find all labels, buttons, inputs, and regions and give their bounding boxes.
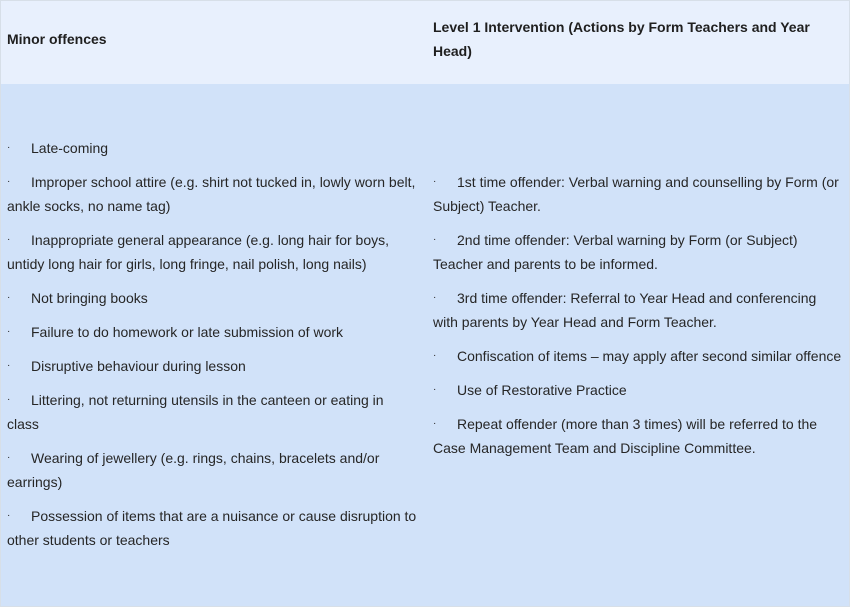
list-item: · 3rd time offender: Referral to Year Hea… xyxy=(433,286,845,334)
list-item: · Use of Restorative Practice xyxy=(433,378,845,402)
offence-text: Late-coming xyxy=(31,140,109,156)
bullet-icon: · xyxy=(7,360,11,371)
intervention-text: Use of Restorative Practice xyxy=(457,382,627,398)
bullet-icon: · xyxy=(7,452,11,463)
offence-text: Improper school attire (e.g. shirt not t… xyxy=(7,174,416,214)
bullet-icon: · xyxy=(433,292,437,303)
bullet-icon: · xyxy=(433,418,437,429)
offence-text: Disruptive behaviour during lesson xyxy=(31,358,246,374)
offence-text: Possession of items that are a nuisance … xyxy=(7,508,417,548)
list-item: · Repeat offender (more than 3 times) wil… xyxy=(433,412,845,460)
list-item: · Not bringing books xyxy=(7,286,417,310)
list-item: · Disruptive behaviour during lesson xyxy=(7,354,417,378)
bullet-icon: · xyxy=(7,326,11,337)
interventions-list: · 1st time offender: Verbal warning and c… xyxy=(433,170,845,470)
intervention-text: 1st time offender: Verbal warning and co… xyxy=(433,174,839,214)
offence-text: Failure to do homework or late submissio… xyxy=(31,324,344,340)
discipline-table: Minor offences Level 1 Intervention (Act… xyxy=(0,0,850,607)
list-item: · Improper school attire (e.g. shirt not … xyxy=(7,170,417,218)
bullet-icon: · xyxy=(7,394,11,405)
offence-text: Inappropriate general appearance (e.g. l… xyxy=(7,232,390,272)
bullet-icon: · xyxy=(433,384,437,395)
bullet-icon: · xyxy=(7,142,11,153)
list-item: · Wearing of jewellery (e.g. rings, chain… xyxy=(7,446,417,494)
intervention-text: Repeat offender (more than 3 times) will… xyxy=(433,416,818,456)
header-minor-offences: Minor offences xyxy=(7,31,107,47)
intervention-text: Confiscation of items – may apply after … xyxy=(457,348,842,364)
intervention-text: 2nd time offender: Verbal warning by For… xyxy=(433,232,798,272)
list-item: · Possession of items that are a nuisance… xyxy=(7,504,417,552)
offence-text: Not bringing books xyxy=(31,290,148,306)
offences-list: · Late-coming · Improper school attire (e.… xyxy=(7,136,417,562)
bullet-icon: · xyxy=(7,176,11,187)
header-level-1-intervention: Level 1 Intervention (Actions by Form Te… xyxy=(433,19,810,59)
list-item: · Late-coming xyxy=(7,136,417,160)
bullet-icon: · xyxy=(433,350,437,361)
list-item: · Inappropriate general appearance (e.g. … xyxy=(7,228,417,276)
offence-text: Wearing of jewellery (e.g. rings, chains… xyxy=(7,450,380,490)
bullet-icon: · xyxy=(433,234,437,245)
list-item: · 2nd time offender: Verbal warning by Fo… xyxy=(433,228,845,276)
offence-text: Littering, not returning utensils in the… xyxy=(7,392,384,432)
intervention-text: 3rd time offender: Referral to Year Head… xyxy=(433,290,817,330)
table-header-row: Minor offences Level 1 Intervention (Act… xyxy=(1,1,849,84)
bullet-icon: · xyxy=(433,176,437,187)
list-item: · Littering, not returning utensils in th… xyxy=(7,388,417,436)
list-item: · Confiscation of items – may apply after… xyxy=(433,344,845,368)
bullet-icon: · xyxy=(7,510,11,521)
bullet-icon: · xyxy=(7,234,11,245)
list-item: · 1st time offender: Verbal warning and c… xyxy=(433,170,845,218)
table-body-row: · Late-coming · Improper school attire (e.… xyxy=(1,84,849,606)
list-item: · Failure to do homework or late submissi… xyxy=(7,320,417,344)
bullet-icon: · xyxy=(7,292,11,303)
